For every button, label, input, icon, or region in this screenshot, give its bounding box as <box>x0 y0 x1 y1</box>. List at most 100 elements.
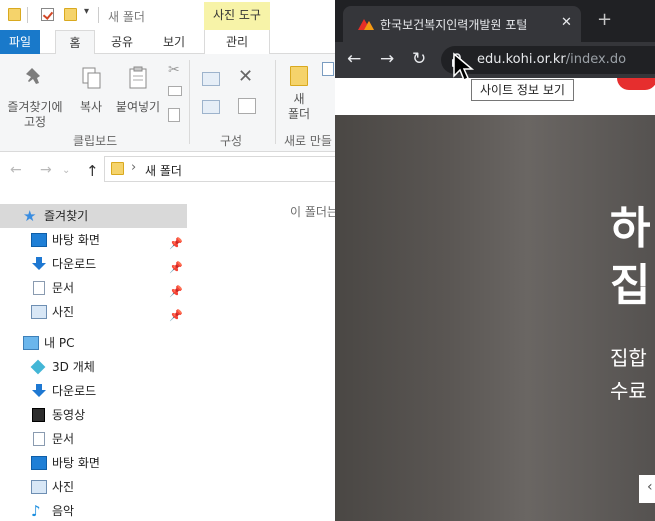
site-logo[interactable] <box>617 78 655 90</box>
nav-item-desktop-pc[interactable]: 바탕 화면 <box>0 451 187 475</box>
tab-view[interactable]: 보기 <box>155 30 193 54</box>
url-text[interactable]: edu.kohi.or.kr/index.do <box>477 52 626 67</box>
pin-label: 즐겨찾기에 고정 <box>7 100 63 129</box>
tab-share[interactable]: 공유 <box>103 30 141 54</box>
tab-manage[interactable]: 관리 <box>204 30 270 54</box>
nav-item-documents[interactable]: 문서 📌 <box>0 276 187 300</box>
tab-home[interactable]: 홈 <box>55 30 95 55</box>
copy-button[interactable]: 복사 <box>74 66 108 115</box>
explorer-title-bar: ▾ 새 폴더 사진 도구 <box>0 0 335 30</box>
chevron-left-icon: ‹ <box>647 479 653 495</box>
star-icon: ★ <box>23 207 37 225</box>
reload-icon[interactable]: ↻ <box>412 49 426 69</box>
new-folder-icon <box>290 66 308 86</box>
divider <box>189 60 190 144</box>
forward-arrow-icon[interactable]: → <box>40 162 52 178</box>
copy-to-icon[interactable] <box>202 100 220 114</box>
hero-heading-line1: 하 <box>610 203 651 254</box>
plus-icon[interactable]: + <box>597 11 612 29</box>
clipboard-group-label: 클립보드 <box>73 134 118 148</box>
site-info-tooltip: 사이트 정보 보기 <box>471 79 574 101</box>
back-arrow-icon[interactable]: ← <box>10 162 22 178</box>
pin-icon <box>26 68 40 84</box>
navigation-pane: ★ 즐겨찾기 바탕 화면 📌 다운로드 📌 문서 📌 사진 📌 내 PC 3D … <box>0 200 187 521</box>
chrome-toolbar: ← → ↻ edu.kohi.or.kr/index.do <box>335 42 655 78</box>
music-note-icon: ♪ <box>31 502 41 520</box>
recent-locations-icon[interactable]: ⌄ <box>62 165 70 176</box>
move-to-icon[interactable] <box>202 72 220 86</box>
up-arrow-icon[interactable]: ↑ <box>86 162 99 180</box>
hero-heading-line2: 집 <box>610 260 651 311</box>
desktop-icon <box>31 233 47 247</box>
paste-label: 붙여넣기 <box>115 100 161 114</box>
nav-this-pc[interactable]: 내 PC <box>0 331 187 355</box>
ribbon-tab-row: 파일 홈 공유 보기 관리 <box>0 30 335 55</box>
url-path: /index.do <box>565 52 627 67</box>
nav-item-pictures[interactable]: 사진 📌 <box>0 300 187 324</box>
hero-prev-button[interactable]: ‹ <box>639 475 655 503</box>
document-icon <box>33 281 45 295</box>
nav-item-documents-pc[interactable]: 문서 <box>0 427 187 451</box>
quick-access-dropdown-icon[interactable]: ▾ <box>84 6 89 17</box>
nav-item-3d-objects[interactable]: 3D 개체 <box>0 355 187 379</box>
download-arrow-icon <box>32 384 46 397</box>
chrome-tab-strip: 한국보건복지인력개발원 포털 ✕ + <box>335 0 655 42</box>
rename-icon[interactable] <box>238 98 256 114</box>
hero-subtext-line1: 집합 <box>610 346 647 370</box>
cube-3d-icon <box>30 359 46 375</box>
window-title: 새 폴더 <box>108 10 145 24</box>
new-item-icon[interactable] <box>322 62 334 76</box>
nav-item-videos[interactable]: 동영상 <box>0 403 187 427</box>
document-icon <box>33 432 45 446</box>
arrow-left-icon[interactable]: ← <box>347 49 361 69</box>
picture-tools-context-label: 사진 도구 <box>204 2 270 30</box>
nav-item-pictures-pc[interactable]: 사진 <box>0 475 187 499</box>
divider <box>275 60 276 144</box>
site-favicon-icon <box>358 19 374 30</box>
breadcrumb-item[interactable]: 새 폴더 <box>145 162 182 179</box>
browser-tab[interactable]: 한국보건복지인력개발원 포털 ✕ <box>343 6 581 42</box>
pictures-icon <box>31 305 47 319</box>
new-group-label: 새로 만들 <box>284 134 332 148</box>
breadcrumb-separator: › <box>131 160 137 175</box>
url-host: edu.kohi.or.kr <box>477 52 566 67</box>
properties-check-icon[interactable] <box>41 8 54 21</box>
nav-quick-access[interactable]: ★ 즐겨찾기 <box>0 204 187 228</box>
nav-item-downloads-pc[interactable]: 다운로드 <box>0 379 187 403</box>
close-icon[interactable]: ✕ <box>561 15 572 30</box>
copy-icon <box>82 67 101 89</box>
cut-icon[interactable]: ✂ <box>168 62 180 78</box>
folder-icon <box>111 162 124 175</box>
video-film-icon <box>32 408 45 422</box>
hero-banner: 하 집 집합 수료 ‹ <box>335 115 655 521</box>
paste-shortcut-icon[interactable] <box>168 108 180 122</box>
tab-title: 한국보건복지인력개발원 포털 <box>380 18 528 32</box>
tab-file[interactable]: 파일 <box>0 30 40 54</box>
arrow-right-icon[interactable]: → <box>380 49 394 69</box>
new-folder-label: 새 폴더 <box>287 92 311 121</box>
organize-group-label: 구성 <box>220 134 243 148</box>
web-page-viewport: 하 집 집합 수료 ‹ <box>335 78 655 521</box>
hero-subtext-line2: 수료 <box>610 379 647 403</box>
nav-item-music[interactable]: ♪ 음악 <box>0 499 187 521</box>
empty-folder-message: 이 폴더는 <box>290 205 338 219</box>
divider <box>27 7 28 23</box>
delete-icon[interactable]: ✕ <box>238 66 253 87</box>
new-folder-button[interactable]: 새 폴더 <box>282 66 316 122</box>
paste-button[interactable]: 붙여넣기 <box>112 66 164 115</box>
file-explorer-window: ▾ 새 폴더 사진 도구 파일 홈 공유 보기 관리 즐겨찾기에 고정 복사 붙… <box>0 0 338 521</box>
new-folder-quick-icon[interactable] <box>64 8 77 21</box>
pin-to-quick-access-button[interactable]: 즐겨찾기에 고정 <box>4 66 66 130</box>
nav-item-desktop[interactable]: 바탕 화면 📌 <box>0 228 187 252</box>
computer-icon <box>23 336 39 350</box>
nav-item-downloads[interactable]: 다운로드 📌 <box>0 252 187 276</box>
paste-icon <box>129 66 147 89</box>
mouse-cursor-icon <box>453 52 475 82</box>
ribbon-panel: 즐겨찾기에 고정 복사 붙여넣기 ✂ 클립보드 ✕ 구성 새 폴더 새로 만들 <box>0 54 335 152</box>
address-path-box[interactable]: › 새 폴더 <box>104 156 335 182</box>
pinned-icon: 📌 <box>169 309 183 322</box>
folder-icon <box>8 8 21 21</box>
pictures-icon <box>31 480 47 494</box>
download-arrow-icon <box>32 257 46 270</box>
copy-path-icon[interactable] <box>168 86 182 96</box>
